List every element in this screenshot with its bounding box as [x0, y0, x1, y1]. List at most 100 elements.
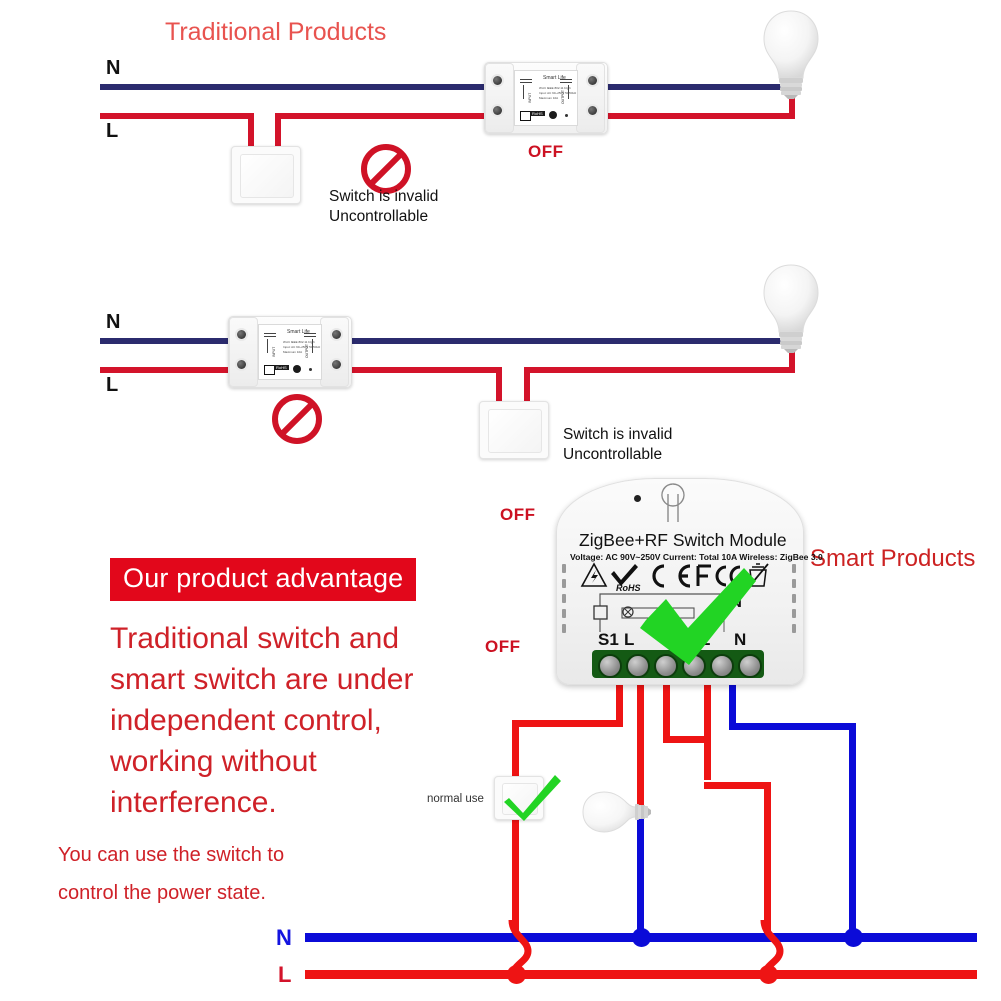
relay-led-icon [565, 114, 568, 117]
zigbee-indicator-dot [634, 495, 641, 502]
wire-n-to-bus [849, 723, 856, 942]
relay-output-text: OUTPUT [561, 90, 566, 104]
normal-use-label: normal use [427, 793, 484, 805]
switch-uncontrollable-text-2: Uncontrollable [563, 446, 663, 463]
wall-switch-2[interactable] [479, 401, 549, 459]
zigbee-terminal-label-s1: S1 [598, 630, 619, 649]
relay-input-text: INPUT [528, 92, 532, 103]
label-n-top: N [106, 57, 121, 79]
relay-screw-tr [588, 76, 597, 85]
zigbee-module-title: ZigBee+RF Switch Module [579, 530, 787, 550]
relay-button[interactable] [549, 111, 557, 119]
off-label-3: OFF [485, 637, 521, 656]
diagram-canvas: Traditional Products N L Switch is inval… [0, 0, 1001, 1001]
advantage-line-2: smart switch are under [110, 663, 414, 696]
relay-screw-tl [493, 76, 502, 85]
switch-invalid-text-2: Switch is invalid [563, 426, 673, 443]
label-l-top: L [106, 120, 119, 142]
relay-button[interactable] [293, 365, 301, 373]
smart-life-relay-2[interactable]: Smart Life Wi-Fi IEEE 802.11 b/g/n Input… [228, 316, 352, 388]
zigbee-vent [792, 594, 796, 603]
switch-uncontrollable-text-1: Uncontrollable [329, 208, 429, 225]
zigbee-vent [792, 579, 796, 588]
bus-label-n: N [276, 925, 292, 950]
relay-rohs-text: RoHS [274, 365, 289, 370]
wire-s1-down [616, 680, 623, 723]
wire-live-top-left [100, 113, 248, 119]
advantage-footer: You can use the switch to control the po… [58, 836, 488, 912]
wire-l4-down [704, 680, 711, 780]
wire-l3-down [663, 680, 670, 743]
relay-spec-2: Input: AC 90~250V 50/60Hz [539, 91, 577, 95]
zigbee-terminal-screw-1[interactable] [598, 654, 622, 678]
traditional-products-title: Traditional Products [165, 18, 387, 46]
relay-endcap-left [485, 63, 515, 133]
relay-spec-1: Wi-Fi IEEE 802.11 b/g/n [539, 86, 571, 90]
prohibition-icon-2 [272, 394, 322, 444]
relay-label: Smart Life Wi-Fi IEEE 802.11 b/g/n Input… [514, 70, 578, 126]
wall-switch-1[interactable] [231, 146, 301, 204]
zigbee-vent [562, 579, 566, 588]
advantage-banner: Our product advantage [110, 558, 417, 601]
zigbee-vent [792, 624, 796, 633]
check-mark-icon-module [640, 566, 760, 671]
bus-wire-live [305, 970, 977, 979]
wire-neutral-top [100, 84, 800, 90]
advantage-line-3: independent control, [110, 704, 382, 737]
wire-live-switch-leg-left [248, 113, 254, 148]
wire-live-top-right [605, 113, 795, 119]
advantage-line-4: working without [110, 745, 317, 778]
wire-live-mid-to-switch [340, 367, 502, 373]
advantage-line-1: Traditional switch and [110, 622, 400, 655]
relay-endcap-left [229, 317, 259, 387]
zigbee-vent [562, 624, 566, 633]
relay-label: Smart Life Wi-Fi IEEE 802.11 b/g/n Input… [258, 324, 322, 380]
junction-dot-neutral-1 [632, 928, 651, 947]
wire-live-mid-right [524, 367, 795, 373]
high-voltage-warning-icon [580, 562, 608, 587]
rohs-icon: RoHS [611, 564, 641, 593]
wire-neutral-mid [100, 338, 800, 344]
junction-dot-live-2 [759, 965, 778, 984]
relay-screw-tl [237, 330, 246, 339]
label-l-mid: L [106, 374, 119, 396]
zigbee-vent [562, 564, 566, 573]
wire-l4-right [704, 782, 771, 789]
wire-live-mid-left [100, 367, 230, 373]
relay-output-text: OUTPUT [305, 344, 310, 358]
zigbee-terminal-label-l1: L [624, 630, 635, 649]
relay-endcap-right [319, 317, 349, 387]
wire-live-switch-leg-left-2 [496, 367, 502, 403]
wire-l4-to-bus [764, 782, 771, 940]
relay-input-text: INPUT [272, 346, 276, 357]
off-label-1: OFF [528, 142, 564, 161]
light-bulb-3-horizontal [580, 790, 652, 834]
zigbee-vent [562, 609, 566, 618]
relay-screw-br [332, 360, 341, 369]
relay-screw-bl [493, 106, 502, 115]
off-label-2: OFF [500, 505, 536, 524]
relay-led-icon [309, 368, 312, 371]
zigbee-vent [792, 564, 796, 573]
zigbee-vent [792, 609, 796, 618]
relay-screw-tr [332, 330, 341, 339]
wire-s1-left [512, 720, 623, 727]
relay-brand: Smart Life [287, 329, 310, 335]
relay-brand: Smart Life [543, 75, 566, 81]
wire-switch-to-bus [512, 720, 519, 940]
junction-dot-live-1 [507, 965, 526, 984]
wire-n-down [729, 680, 736, 723]
light-bulb-1 [760, 8, 822, 100]
zigbee-vent [562, 594, 566, 603]
relay-spec-3: Maximum 10A [539, 96, 559, 100]
zigbee-keyhole-icon [660, 482, 686, 524]
check-mark-icon-normal-use [503, 770, 563, 822]
smart-products-heading: Smart Products [810, 545, 976, 572]
junction-dot-neutral-2 [844, 928, 863, 947]
switch-invalid-text-1: Switch is invalid [329, 188, 439, 205]
relay-rohs-text: RoHS [530, 111, 545, 116]
smart-life-relay-1[interactable]: Smart Life Wi-Fi IEEE 802.11 b/g/n Input… [484, 62, 608, 134]
relay-spec-1: Wi-Fi IEEE 802.11 b/g/n [283, 340, 315, 344]
relay-screw-br [588, 106, 597, 115]
zigbee-switch-module[interactable]: ZigBee+RF Switch Module Voltage: AC 90V~… [556, 478, 823, 685]
